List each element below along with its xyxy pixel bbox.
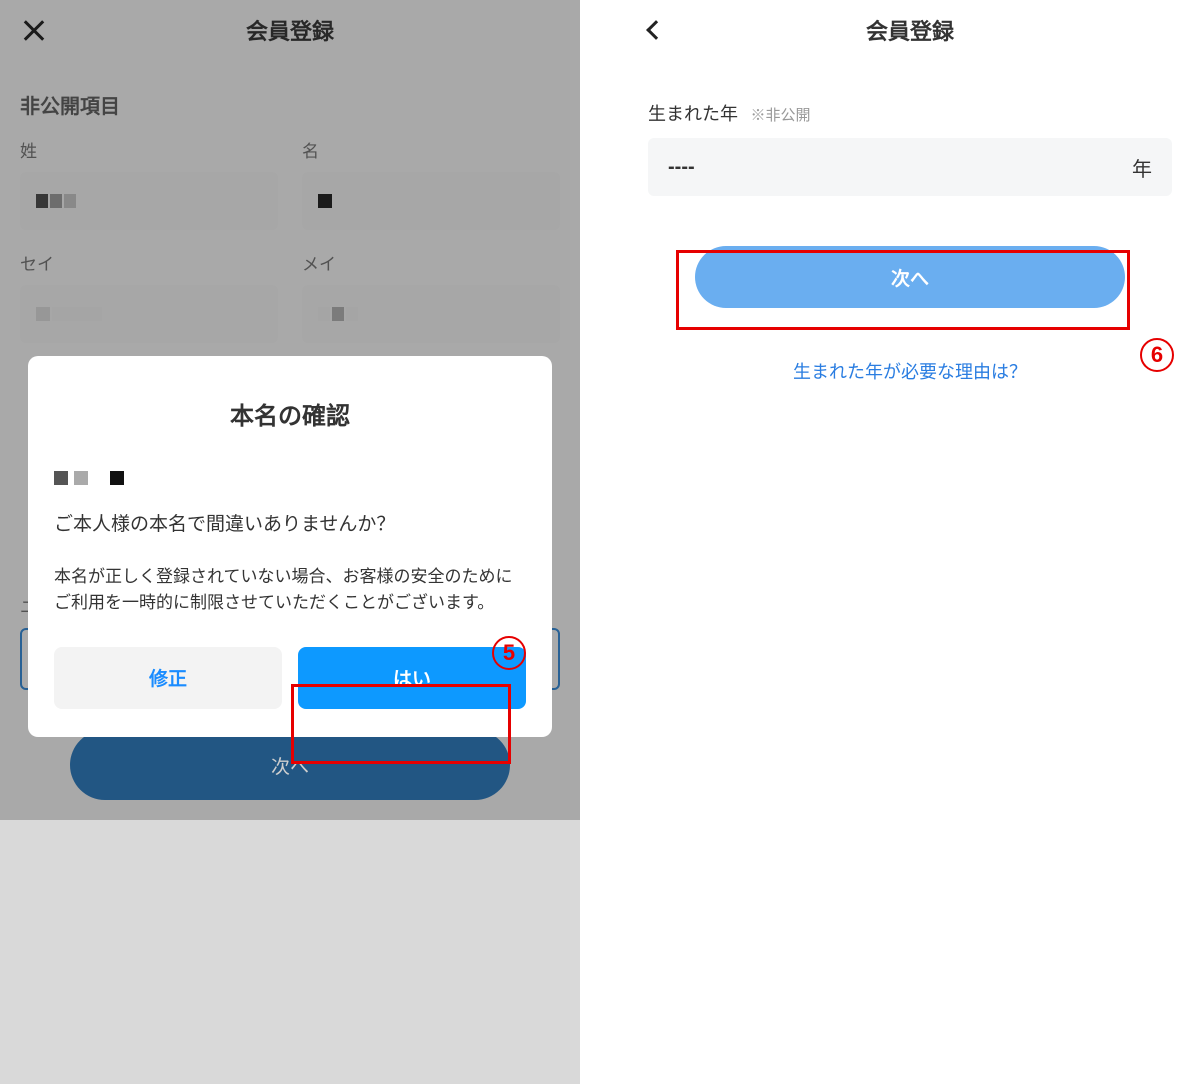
modal-displayed-name xyxy=(54,471,526,485)
header-right: 会員登録 xyxy=(620,0,1200,60)
birth-year-value: ---- xyxy=(668,156,695,179)
birth-label-row: 生まれた年 ※非公開 xyxy=(620,100,1200,126)
next-button-right[interactable]: 次へ xyxy=(695,246,1125,308)
back-icon[interactable] xyxy=(640,16,668,44)
birth-year-input[interactable]: ---- 年 xyxy=(648,138,1172,196)
birth-year-label: 生まれた年 xyxy=(648,104,738,124)
birth-year-form: 生まれた年 ※非公開 ---- 年 次へ 生まれた年が必要な理由は？ xyxy=(620,60,1200,384)
modal-title: 本名の確認 xyxy=(54,396,526,431)
modal-edit-button[interactable]: 修正 xyxy=(54,647,282,709)
birth-year-unit: 年 xyxy=(1132,153,1152,182)
modal-button-row: 修正 はい xyxy=(54,647,526,709)
confirm-name-modal: 本名の確認 ご本人様の本名で間違いありませんか？ 本名が正しく登録されていない場… xyxy=(28,356,552,737)
page-title-right: 会員登録 xyxy=(866,14,954,46)
modal-yes-button[interactable]: はい xyxy=(298,647,526,709)
birth-reason-link[interactable]: 生まれた年が必要な理由は？ xyxy=(620,358,1200,384)
right-screen: 会員登録 生まれた年 ※非公開 ---- 年 次へ 生まれた年が必要な理由は？ … xyxy=(620,0,1200,1084)
modal-question: ご本人様の本名で間違いありませんか？ xyxy=(54,509,526,536)
left-screen: 会員登録 非公開項目 姓 名 xyxy=(0,0,580,1084)
modal-description: 本名が正しく登録されていない場合、お客様の安全のためにご利用を一時的に制限させて… xyxy=(54,564,526,617)
birth-year-hint: ※非公開 xyxy=(750,107,810,124)
